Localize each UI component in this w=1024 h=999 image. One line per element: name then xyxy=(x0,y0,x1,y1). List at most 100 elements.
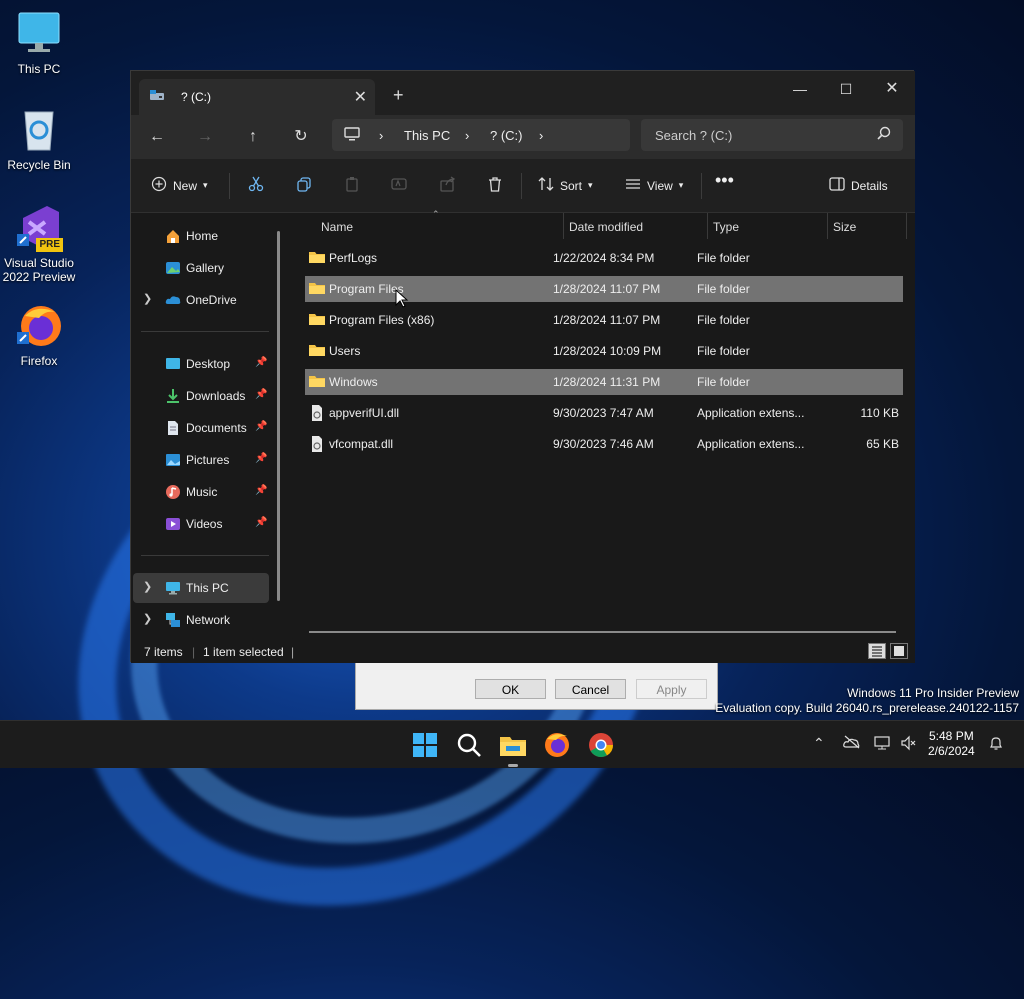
large-icons-view-toggle[interactable] xyxy=(890,643,908,659)
network-icon xyxy=(165,612,181,628)
chevron-right-icon[interactable]: ❯ xyxy=(143,580,152,593)
more-icon: ••• xyxy=(715,170,734,190)
cancel-button[interactable]: Cancel xyxy=(555,679,626,699)
trash-icon xyxy=(487,176,503,195)
taskbar-chrome[interactable] xyxy=(586,730,616,760)
nav-label: Network xyxy=(186,613,231,627)
column-header-size[interactable]: Size xyxy=(833,213,856,241)
column-divider[interactable] xyxy=(827,213,828,239)
volume-muted-icon[interactable] xyxy=(900,735,918,754)
nav-item-desktop[interactable]: Desktop 📌 xyxy=(133,349,269,379)
copy-button[interactable] xyxy=(296,176,312,195)
taskbar-search-button[interactable] xyxy=(454,730,484,760)
sort-button[interactable]: Sort ▾ xyxy=(538,176,593,195)
pin-icon[interactable]: 📌 xyxy=(255,517,267,528)
nav-item-onedrive[interactable]: ❯ OneDrive xyxy=(133,285,269,315)
file-row[interactable]: appverifUI.dll 9/30/2023 7:47 AM Applicati… xyxy=(305,400,903,426)
apply-button[interactable]: Apply xyxy=(636,679,707,699)
forward-button[interactable]: → xyxy=(189,125,221,149)
taskbar: ⌃ 5:48 PM 2/6/2024 xyxy=(0,720,1024,768)
column-divider[interactable] xyxy=(906,213,907,239)
nav-item-this-pc[interactable]: ❯ This PC xyxy=(133,573,269,603)
breadcrumb-drive-c[interactable]: ? (C:) xyxy=(490,128,523,143)
nav-label: Downloads xyxy=(186,389,246,403)
tab-drive-c[interactable]: ? (C:) ✕ xyxy=(139,79,375,115)
view-button[interactable]: View ▾ xyxy=(625,176,683,195)
search-input[interactable]: Search ? (C:) xyxy=(641,119,903,151)
nav-item-music[interactable]: Music 📌 xyxy=(133,477,269,507)
show-hidden-icons-button[interactable]: ⌃ xyxy=(813,735,825,752)
maximize-button[interactable]: ☐ xyxy=(823,75,869,103)
notification-bell-icon[interactable] xyxy=(988,735,1004,754)
more-options-button[interactable]: ••• xyxy=(715,170,734,191)
delete-button[interactable] xyxy=(487,176,503,195)
close-tab-icon[interactable]: ✕ xyxy=(354,87,367,107)
nav-item-documents[interactable]: Documents 📌 xyxy=(133,413,269,443)
nav-item-home[interactable]: Home xyxy=(133,221,269,251)
desktop-icon-this-pc[interactable]: This PC xyxy=(1,10,77,76)
back-button[interactable]: ← xyxy=(141,125,173,149)
paste-button[interactable] xyxy=(344,176,360,195)
pin-icon[interactable]: 📌 xyxy=(255,389,267,400)
up-button[interactable]: ↑ xyxy=(237,125,269,149)
file-row[interactable]: vfcompat.dll 9/30/2023 7:46 AM Application… xyxy=(305,431,903,457)
column-header-name[interactable]: Name xyxy=(321,213,353,241)
desktop-icon-firefox[interactable]: Firefox xyxy=(1,302,77,368)
taskbar-file-explorer[interactable] xyxy=(498,730,528,767)
chevron-right-icon[interactable]: ❯ xyxy=(143,292,152,305)
nav-item-videos[interactable]: Videos 📌 xyxy=(133,509,269,539)
clock[interactable]: 5:48 PM 2/6/2024 xyxy=(928,729,975,759)
pin-icon[interactable]: 📌 xyxy=(255,357,267,368)
details-pane-button[interactable]: Details xyxy=(829,176,888,195)
active-app-indicator xyxy=(508,764,518,767)
folder-icon xyxy=(309,312,325,326)
column-divider[interactable] xyxy=(707,213,708,239)
chevron-right-icon[interactable]: › xyxy=(465,128,469,143)
file-row[interactable]: Windows 1/28/2024 11:31 PM File folder xyxy=(305,369,903,395)
column-header-date[interactable]: Date modified xyxy=(569,213,643,241)
details-pane-icon xyxy=(829,176,845,195)
new-tab-button[interactable]: + xyxy=(393,85,404,106)
cloud-icon xyxy=(165,292,181,308)
nav-item-network[interactable]: ❯ Network xyxy=(133,605,269,635)
file-row[interactable]: PerfLogs 1/22/2024 8:34 PM File folder xyxy=(305,245,903,271)
minimize-button[interactable]: — xyxy=(777,75,823,103)
nav-scrollbar[interactable] xyxy=(277,231,280,601)
cut-button[interactable] xyxy=(248,176,264,195)
watermark-edition: Windows 11 Pro Insider Preview xyxy=(847,686,1019,700)
chevron-right-icon[interactable]: ❯ xyxy=(143,612,152,625)
column-divider[interactable] xyxy=(563,213,564,239)
close-window-button[interactable]: ✕ xyxy=(869,75,915,103)
file-row[interactable]: Program Files (x86) 1/28/2024 11:07 PM Fil… xyxy=(305,307,903,333)
chevron-right-icon[interactable]: › xyxy=(539,128,543,143)
nav-item-downloads[interactable]: Downloads 📌 xyxy=(133,381,269,411)
nav-item-pictures[interactable]: Pictures 📌 xyxy=(133,445,269,475)
address-bar[interactable]: › This PC › ? (C:) › xyxy=(332,119,630,151)
onedrive-offline-icon[interactable] xyxy=(843,735,861,752)
nav-item-gallery[interactable]: Gallery xyxy=(133,253,269,283)
rename-button[interactable] xyxy=(391,176,407,195)
network-icon[interactable] xyxy=(874,735,892,754)
refresh-button[interactable]: ↻ xyxy=(285,125,317,149)
desktop-icon-visual-studio[interactable]: PRE Visual Studio 2022 Preview xyxy=(1,204,77,284)
column-header-type[interactable]: Type xyxy=(713,213,739,241)
breadcrumb-this-pc[interactable]: This PC xyxy=(404,128,450,143)
desktop-icon-label: Firefox xyxy=(20,354,58,368)
firefox-icon xyxy=(545,733,569,757)
desktop-icon-recycle-bin[interactable]: Recycle Bin xyxy=(1,106,77,172)
share-button[interactable] xyxy=(440,176,456,195)
pin-icon[interactable]: 📌 xyxy=(255,453,267,464)
pin-icon[interactable]: 📌 xyxy=(255,421,267,432)
horizontal-scrollbar[interactable] xyxy=(309,631,896,633)
chevron-right-icon[interactable]: › xyxy=(379,128,383,143)
taskbar-firefox[interactable] xyxy=(542,730,572,760)
file-row[interactable]: Users 1/28/2024 10:09 PM File folder xyxy=(305,338,903,364)
details-view-toggle[interactable] xyxy=(868,643,886,659)
new-button[interactable]: New ▾ xyxy=(151,176,208,195)
folder-icon xyxy=(309,374,325,388)
selection-count: 1 item selected xyxy=(203,645,284,659)
start-button[interactable] xyxy=(410,730,440,760)
pin-icon[interactable]: 📌 xyxy=(255,485,267,496)
ok-button[interactable]: OK xyxy=(475,679,546,699)
file-type: File folder xyxy=(697,344,750,358)
